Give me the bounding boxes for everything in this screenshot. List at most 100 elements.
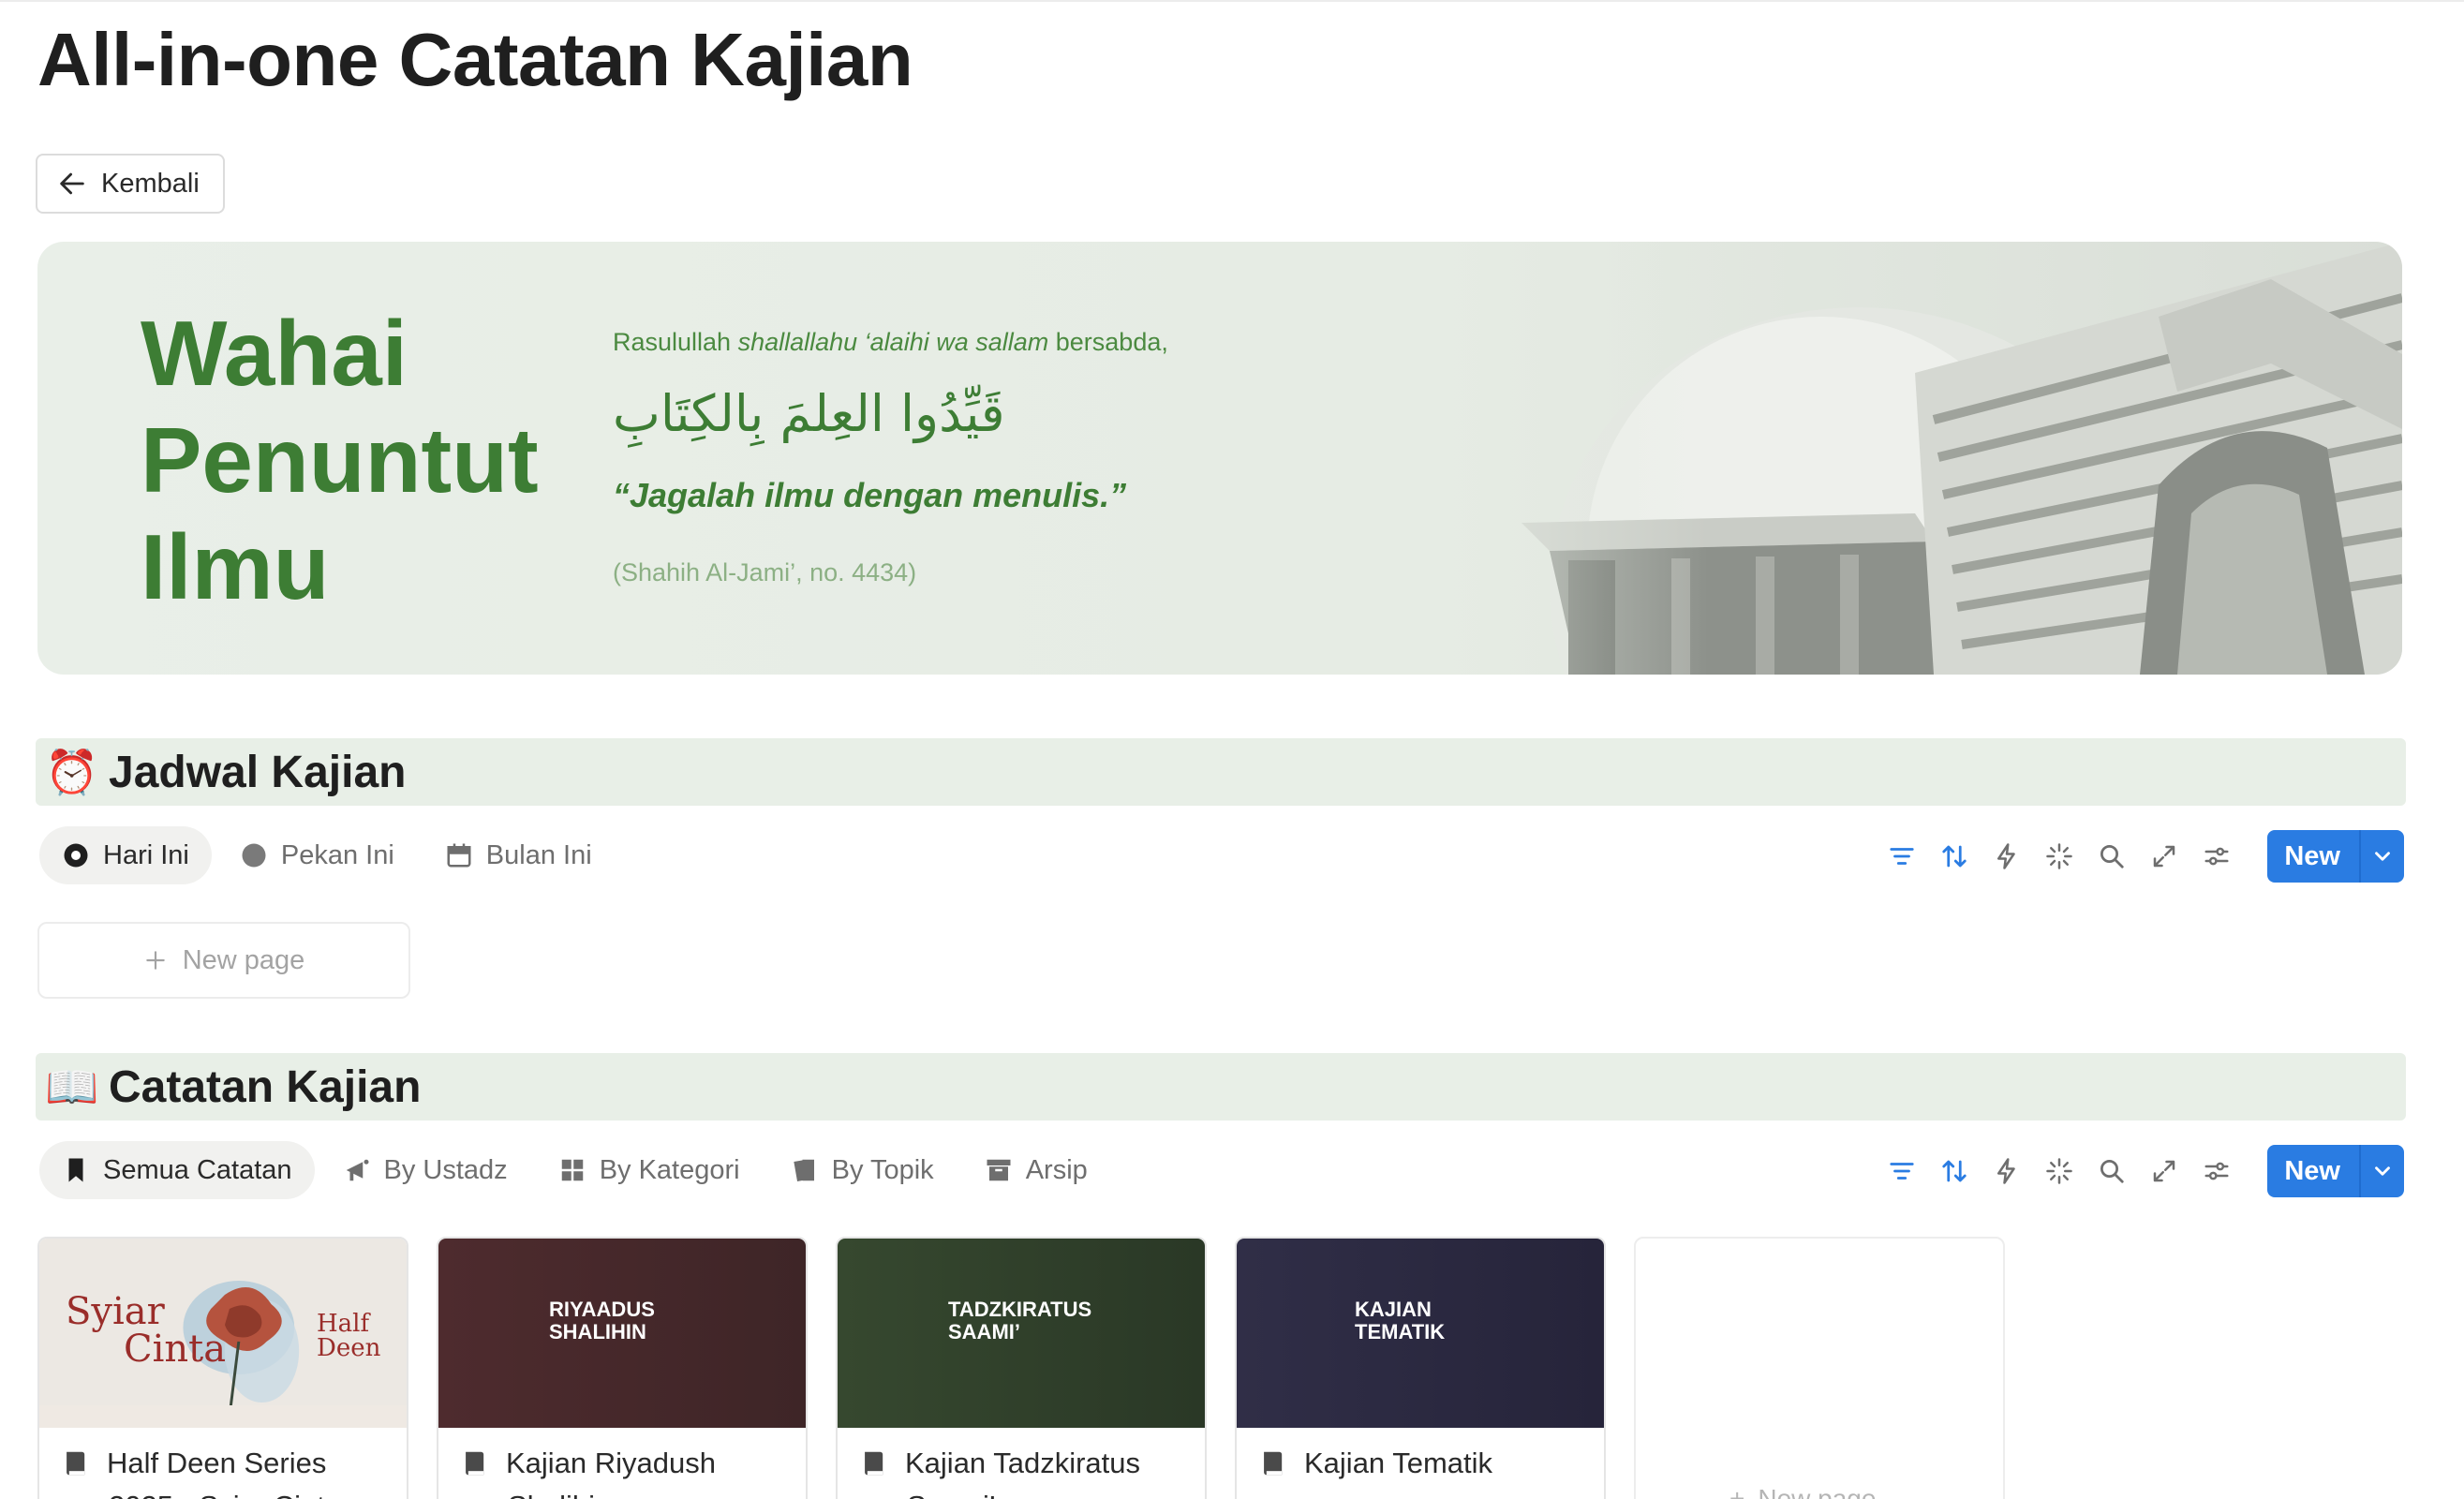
search-button[interactable] bbox=[2095, 839, 2129, 873]
megaphone-icon bbox=[346, 1159, 369, 1181]
grid-icon bbox=[561, 1159, 583, 1181]
new-dropdown-button[interactable] bbox=[2359, 1145, 2404, 1197]
expand-icon bbox=[2154, 1160, 2175, 1182]
plus-icon bbox=[145, 951, 165, 970]
circle-icon bbox=[242, 843, 266, 868]
catatan-toolbar: New bbox=[1885, 1145, 2404, 1197]
filter-button[interactable] bbox=[1885, 1154, 1919, 1188]
search-button[interactable] bbox=[2095, 1154, 2129, 1188]
card-title-continued: Shalihin bbox=[508, 1490, 611, 1499]
view-settings-button[interactable] bbox=[2200, 1154, 2234, 1188]
new-page-button[interactable]: New page bbox=[37, 922, 410, 999]
tab-pekan-ini[interactable]: Pekan Ini bbox=[217, 826, 417, 884]
automation-button[interactable] bbox=[1990, 839, 2024, 873]
gallery-card-tadzkiratus[interactable]: TADZKIRATUSSAAMI’ Kajian Tadzkiratus Saa… bbox=[836, 1237, 1207, 1499]
card-title: Half Deen Series bbox=[64, 1447, 326, 1480]
card-title-text: Kajian Tadzkiratus bbox=[905, 1447, 1141, 1479]
banner-translation: “Jagalah ilmu dengan menulis.” bbox=[613, 476, 1127, 514]
banner-intro-prefix: Rasulullah bbox=[613, 328, 738, 356]
new-button: New bbox=[2267, 830, 2404, 883]
tab-hari-ini[interactable]: Hari Ini bbox=[39, 826, 212, 884]
banner-intro: Rasulullah shallallahu ‘alaihi wa sallam… bbox=[613, 328, 1168, 357]
book-icon bbox=[865, 1451, 883, 1476]
card-title: Kajian Tematik bbox=[1261, 1447, 1492, 1480]
section-header-catatan: 📖 Catatan Kajian bbox=[36, 1053, 2406, 1121]
tab-label: By Kategori bbox=[599, 1154, 740, 1185]
tab-label: Bulan Ini bbox=[485, 839, 592, 870]
cover-title-line: SAAMI’ bbox=[948, 1320, 1020, 1343]
page-title: All-in-one Catatan Kajian bbox=[37, 18, 913, 101]
expand-button[interactable] bbox=[2147, 839, 2181, 873]
search-icon bbox=[2100, 1160, 2124, 1183]
gallery-card-half-deen[interactable]: SyiarCinta HalfDeen Half Deen Series 202… bbox=[37, 1237, 408, 1499]
pages-icon bbox=[793, 1159, 814, 1181]
tab-label: By Ustadz bbox=[383, 1154, 508, 1185]
new-dropdown-button[interactable] bbox=[2359, 830, 2404, 883]
gallery-new-page-card[interactable]: + New page bbox=[1634, 1237, 2005, 1499]
sort-button[interactable] bbox=[1937, 1154, 1971, 1188]
cover-title-line: TADZKIRATUS bbox=[948, 1298, 1092, 1321]
card-title-text: Half Deen Series bbox=[107, 1447, 327, 1479]
banner-headline-line: Penuntut bbox=[141, 408, 539, 512]
tab-bulan-ini[interactable]: Bulan Ini bbox=[423, 826, 615, 884]
new-page-label: New page bbox=[182, 944, 305, 975]
banner-headline: Wahai Penuntut Ilmu bbox=[141, 300, 539, 620]
banner-source: (Shahih Al-Jami’, no. 4434) bbox=[613, 558, 917, 586]
section-title: Jadwal Kajian bbox=[109, 747, 407, 797]
archive-icon bbox=[987, 1159, 1011, 1181]
back-button[interactable]: Kembali bbox=[36, 154, 225, 214]
banner-intro-italic: shallallahu ‘alaihi wa sallam bbox=[737, 328, 1049, 356]
tab-by-topik[interactable]: By Topik bbox=[768, 1141, 957, 1199]
new-button-label[interactable]: New bbox=[2267, 830, 2359, 883]
gallery-card-tematik[interactable]: KAJIAN TEMATIK Kajian Tematik bbox=[1235, 1237, 1606, 1499]
plus-icon: + bbox=[1729, 1484, 1745, 1499]
tab-label: By Topik bbox=[831, 1154, 934, 1185]
catatan-view-tabs: Semua Catatan By Ustadz By Kategori By T… bbox=[39, 1141, 1110, 1199]
new-button: New bbox=[2267, 1145, 2404, 1197]
tab-by-ustadz[interactable]: By Ustadz bbox=[320, 1141, 530, 1199]
settings-icon bbox=[2204, 847, 2229, 866]
jadwal-view-tabs: Hari Ini Pekan Ini Bulan Ini bbox=[39, 826, 615, 884]
gallery-card-riyadush[interactable]: RIYAADUSSHALIHIN Kajian Riyadush Shalihi… bbox=[437, 1237, 808, 1499]
new-page-label: New page bbox=[1758, 1484, 1877, 1499]
cover-title-line: RIYAADUS bbox=[549, 1298, 655, 1321]
automation-icon bbox=[1997, 1158, 2016, 1184]
ai-button[interactable] bbox=[2042, 839, 2076, 873]
cover-series-line: Half bbox=[317, 1310, 370, 1338]
tab-semua-catatan[interactable]: Semua Catatan bbox=[39, 1141, 315, 1199]
cover-title-line: Cinta bbox=[124, 1328, 227, 1371]
new-button-label[interactable]: New bbox=[2267, 1145, 2359, 1197]
ai-sparkle-icon bbox=[2046, 843, 2073, 869]
cover-title: KAJIAN TEMATIK bbox=[1355, 1299, 1445, 1343]
sort-button[interactable] bbox=[1937, 839, 1971, 873]
banner-headline-line: Wahai bbox=[141, 302, 408, 405]
book-icon bbox=[1264, 1451, 1283, 1476]
radio-icon bbox=[64, 843, 88, 868]
expand-button[interactable] bbox=[2147, 1154, 2181, 1188]
tab-label: Semua Catatan bbox=[103, 1154, 292, 1185]
card-title-text: Kajian Tematik bbox=[1304, 1447, 1493, 1479]
filter-icon bbox=[1890, 848, 1914, 865]
book-icon bbox=[466, 1451, 484, 1476]
card-title-text: Kajian Riyadush bbox=[506, 1447, 717, 1479]
section-header-jadwal: ⏰ Jadwal Kajian bbox=[36, 738, 2406, 806]
tab-by-kategori[interactable]: By Kategori bbox=[536, 1141, 763, 1199]
tab-arsip[interactable]: Arsip bbox=[962, 1141, 1110, 1199]
expand-icon bbox=[2154, 845, 2175, 868]
ai-sparkle-icon bbox=[2046, 1158, 2073, 1184]
automation-button[interactable] bbox=[1990, 1154, 2024, 1188]
search-icon bbox=[2100, 845, 2124, 868]
tab-label: Hari Ini bbox=[103, 839, 189, 870]
settings-icon bbox=[2204, 1162, 2229, 1180]
open-book-icon: 📖 bbox=[45, 1061, 99, 1111]
cover-title-line: TEMATIK bbox=[1355, 1320, 1446, 1343]
book-icon bbox=[67, 1451, 85, 1476]
card-title: Kajian Tadzkiratus bbox=[862, 1447, 1140, 1480]
view-settings-button[interactable] bbox=[2200, 839, 2234, 873]
filter-button[interactable] bbox=[1885, 839, 1919, 873]
mosque-photo bbox=[1334, 242, 2402, 675]
jadwal-toolbar: New bbox=[1885, 830, 2404, 883]
top-border bbox=[0, 0, 2464, 2]
ai-button[interactable] bbox=[2042, 1154, 2076, 1188]
cover-title: RIYAADUS SHALIHIN bbox=[549, 1299, 655, 1343]
